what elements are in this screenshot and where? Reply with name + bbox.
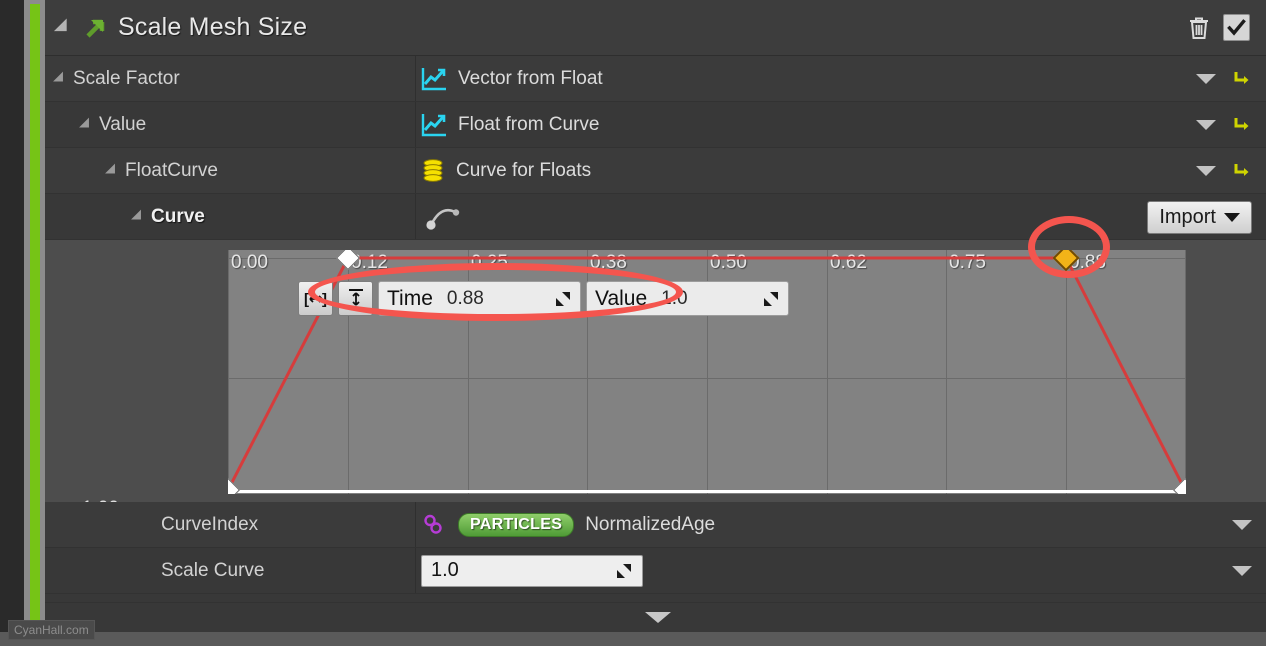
- property-value-curve: Import: [415, 194, 1266, 239]
- expand-collapse-triangle-icon[interactable]: [53, 17, 74, 38]
- row-controls: [1196, 115, 1266, 135]
- database-stack-icon: [421, 158, 445, 184]
- property-row-floatcurve[interactable]: FloatCurve Curve for Floats: [45, 148, 1266, 194]
- property-row-scalecurve[interactable]: Scale Curve 1.0: [45, 548, 1266, 594]
- spinner-drag-icon[interactable]: [762, 290, 780, 308]
- time-field[interactable]: Time 0.88: [378, 281, 581, 316]
- label-text: Scale Curve: [161, 559, 265, 581]
- label-text: Value: [99, 113, 147, 135]
- label-text: CurveIndex: [161, 513, 259, 535]
- spinner-drag-icon[interactable]: [554, 290, 572, 308]
- spinner-drag-icon[interactable]: [615, 562, 633, 580]
- chevron-down-icon[interactable]: [1196, 165, 1216, 176]
- time-label: Time: [387, 286, 433, 310]
- chevron-down-icon[interactable]: [1232, 519, 1252, 530]
- expand-triangle-icon[interactable]: [53, 71, 68, 86]
- reset-arrow-icon[interactable]: [1232, 161, 1252, 181]
- chevron-down-icon[interactable]: [1232, 565, 1252, 576]
- row-controls: [1232, 565, 1266, 576]
- property-value-curveindex: PARTICLES NormalizedAge: [415, 502, 1266, 547]
- window-bottom-edge: [0, 632, 1266, 646]
- label-text: Curve: [151, 205, 205, 227]
- property-row-scale-factor[interactable]: Scale Factor Vector from Float: [45, 56, 1266, 102]
- expand-triangle-icon[interactable]: [131, 209, 146, 224]
- label-text: FloatCurve: [125, 159, 218, 181]
- value-value[interactable]: 1.0: [661, 288, 687, 310]
- reset-arrow-icon[interactable]: [1232, 115, 1252, 135]
- property-label-scale-factor: Scale Factor: [45, 68, 415, 90]
- horizontal-arrows-icon[interactable]: [ ]: [298, 281, 333, 316]
- collapse-chevron-icon[interactable]: [645, 612, 671, 623]
- property-row-value[interactable]: Value Float from Curve: [45, 102, 1266, 148]
- property-label-floatcurve: FloatCurve: [45, 160, 415, 182]
- value-text: Curve for Floats: [456, 159, 592, 181]
- input-value: 1.0: [431, 559, 459, 581]
- particle-module-panel: Scale Mesh Size Scale Factor Vector from…: [0, 0, 1266, 646]
- module-color-accent-bar: [30, 4, 40, 642]
- curve-editor[interactable]: 1.00 0.50 0.00 1.00 0.50 0.00: [45, 240, 1266, 635]
- label-text: Scale Factor: [73, 67, 180, 89]
- svg-text:]: ]: [322, 291, 327, 307]
- distribution-curve-icon: [421, 67, 447, 91]
- row-controls: [1196, 69, 1266, 89]
- property-value-scalecurve: 1.0: [415, 548, 1266, 593]
- trash-icon[interactable]: [1187, 15, 1211, 41]
- module-body: Scale Mesh Size Scale Factor Vector from…: [45, 0, 1266, 646]
- module-enabled-checkbox[interactable]: [1223, 14, 1250, 41]
- reset-arrow-icon[interactable]: [1232, 69, 1252, 89]
- value-text: Vector from Float: [458, 67, 603, 89]
- value-field[interactable]: Value 1.0: [586, 281, 789, 316]
- value-label: Value: [595, 286, 648, 310]
- time-value[interactable]: 0.88: [447, 288, 484, 310]
- svg-text:[: [: [304, 291, 309, 307]
- chevron-down-icon[interactable]: [1224, 213, 1240, 222]
- value-text: Float from Curve: [458, 113, 600, 135]
- green-arrow-icon: [82, 15, 108, 41]
- property-row-curveindex[interactable]: CurveIndex PARTICLES NormalizedAge: [45, 502, 1266, 548]
- scale-curve-input[interactable]: 1.0: [421, 554, 643, 587]
- property-value-scale-factor: Vector from Float: [415, 56, 1266, 101]
- titlebar-actions: [1187, 14, 1266, 41]
- module-titlebar[interactable]: Scale Mesh Size: [45, 0, 1266, 56]
- property-value-floatcurve: Curve for Floats: [415, 148, 1266, 193]
- import-label: Import: [1159, 206, 1216, 228]
- link-chain-icon: [421, 512, 447, 538]
- property-row-curve[interactable]: Curve Import: [45, 194, 1266, 240]
- distribution-curve-icon: [421, 113, 447, 137]
- vertical-arrows-icon[interactable]: [338, 281, 373, 316]
- expand-triangle-icon[interactable]: [79, 117, 94, 132]
- watermark: CyanHall.com: [8, 620, 95, 640]
- row-controls: [1232, 519, 1266, 530]
- status-badge: PARTICLES: [458, 512, 575, 537]
- window-left-edge: [0, 0, 24, 646]
- chevron-down-icon[interactable]: [1196, 119, 1216, 130]
- property-label-value: Value: [45, 114, 415, 136]
- key-edit-popup[interactable]: [ ] Time 0.88 Value 1.0: [298, 281, 789, 316]
- chevron-down-icon[interactable]: [1196, 73, 1216, 84]
- property-label-curveindex: CurveIndex: [45, 514, 415, 536]
- checkmark-icon: [1227, 19, 1246, 36]
- value-text: NormalizedAge: [585, 513, 716, 535]
- property-value-value: Float from Curve: [415, 102, 1266, 147]
- curve-keys-icon: [425, 203, 465, 231]
- page-title: Scale Mesh Size: [118, 13, 308, 41]
- expand-triangle-icon[interactable]: [105, 163, 120, 178]
- row-controls: [1196, 161, 1266, 181]
- property-label-curve: Curve: [45, 206, 415, 228]
- import-button[interactable]: Import: [1147, 201, 1252, 234]
- property-label-scalecurve: Scale Curve: [45, 560, 415, 582]
